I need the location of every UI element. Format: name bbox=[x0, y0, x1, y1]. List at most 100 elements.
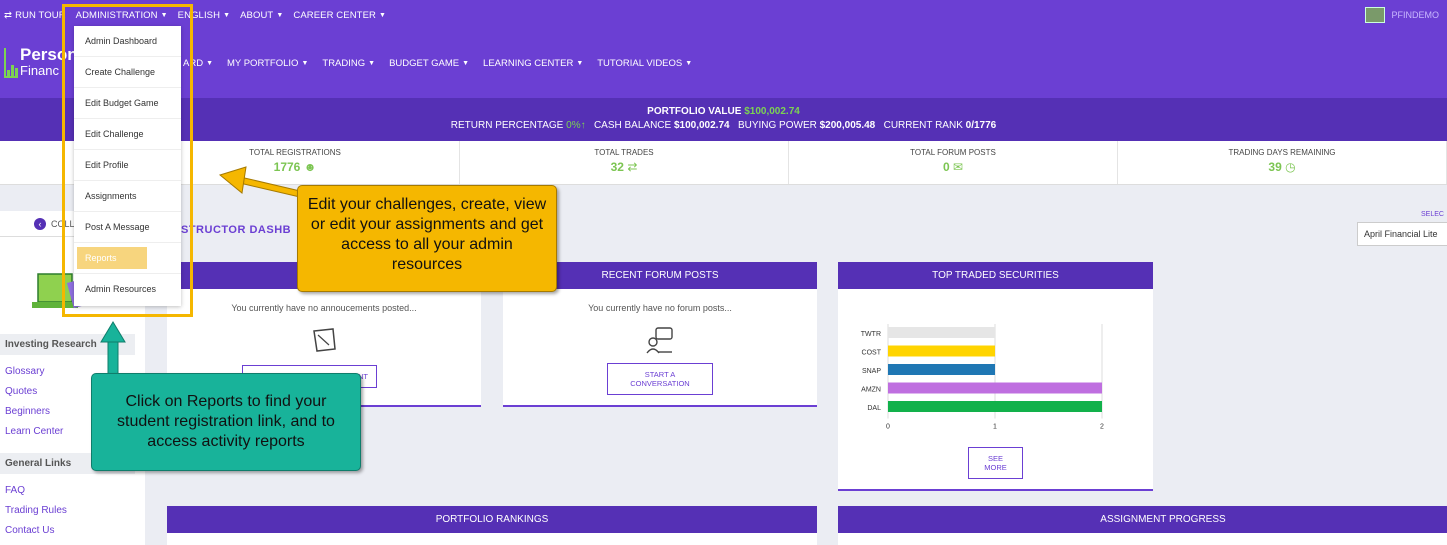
investing-research-heading: Investing Research bbox=[0, 334, 135, 355]
contact-us-link[interactable]: Contact Us bbox=[5, 525, 54, 536]
username: PFINDEMO bbox=[1391, 10, 1439, 20]
career-center-label: CAREER CENTER bbox=[293, 10, 376, 21]
chevron-down-icon: ▼ bbox=[378, 12, 386, 19]
stats-row: TOTAL REGISTRATIONS 1776 ☻ TOTAL TRADES … bbox=[0, 141, 1447, 185]
quotes-link[interactable]: Quotes bbox=[5, 386, 37, 397]
main-nav-menu: ARD ▼ MY PORTFOLIO ▼ TRADING ▼ BUDGET GAME ▼… bbox=[183, 58, 692, 69]
arrow-up-icon: ↑ bbox=[580, 120, 586, 131]
portfolio-summary: PORTFOLIO VALUE $100,002.74 RETURN PERCE… bbox=[0, 98, 1447, 141]
return-label: RETURN PERCENTAGE bbox=[450, 120, 564, 131]
chevron-down-icon: ▼ bbox=[576, 60, 584, 67]
x-tick-label: 0 bbox=[886, 424, 890, 431]
rank-value: 0/1776 bbox=[965, 120, 997, 131]
nav-learning-center[interactable]: LEARNING CENTER ▼ bbox=[483, 58, 583, 69]
career-center-menu[interactable]: CAREER CENTER ▼ bbox=[293, 10, 386, 21]
reports-callout: Click on Reports to find your student re… bbox=[91, 373, 361, 471]
stat-trading-days: TRADING DAYS REMAINING 39 ◷ bbox=[1118, 141, 1447, 184]
learn-center-link[interactable]: Learn Center bbox=[5, 426, 63, 437]
chevron-left-icon: ‹ bbox=[34, 218, 46, 230]
stat-value: 0 bbox=[942, 160, 950, 174]
empty-message: You currently have no forum posts... bbox=[588, 303, 732, 313]
chat-user-icon bbox=[646, 327, 673, 354]
portfolio-value-label: PORTFOLIO VALUE bbox=[647, 106, 742, 117]
cash-label: CASH BALANCE bbox=[593, 120, 672, 131]
assignment-progress-card: ASSIGNMENT PROGRESS bbox=[838, 506, 1447, 545]
challenge-select[interactable]: April Financial Lite bbox=[1357, 222, 1447, 246]
nav-learning-center-label: LEARNING CENTER bbox=[483, 58, 574, 69]
chevron-down-icon: ▼ bbox=[223, 12, 231, 19]
stat-value: 32 bbox=[610, 160, 624, 174]
y-tick-label: AMZN bbox=[861, 387, 881, 394]
empty-message: You currently have no annoucements poste… bbox=[231, 303, 417, 313]
chevron-down-icon: ▼ bbox=[206, 60, 213, 67]
nav-tutorial-videos-label: TUTORIAL VIDEOS bbox=[597, 58, 683, 69]
chevron-down-icon: ▼ bbox=[276, 12, 284, 19]
y-tick-label: DAL bbox=[867, 405, 881, 412]
x-tick-label: 1 bbox=[993, 424, 997, 431]
page-title: STRUCTOR DASHB bbox=[181, 224, 292, 236]
portfolio-stats-line: RETURN PERCENTAGE 0%↑ CASH BALANCE $100,… bbox=[0, 120, 1447, 131]
faq-link[interactable]: FAQ bbox=[5, 485, 25, 496]
main-nav: Person Financ ARD ▼ MY PORTFOLIO ▼ TRADING ▼… bbox=[0, 31, 1447, 98]
stat-label: TOTAL TRADES bbox=[594, 148, 654, 157]
chevron-down-icon: ▼ bbox=[301, 60, 309, 67]
stat-label: TRADING DAYS REMAINING bbox=[1228, 148, 1336, 157]
return-value: 0% bbox=[566, 120, 581, 131]
chat-icon: ✉ bbox=[952, 160, 964, 174]
person-icon: ☻ bbox=[303, 160, 317, 174]
glossary-link[interactable]: Glossary bbox=[5, 366, 44, 377]
chevron-down-icon: ▼ bbox=[685, 60, 693, 67]
x-tick-label: 2 bbox=[1100, 424, 1104, 431]
y-tick-label: SNAP bbox=[862, 368, 881, 375]
portfolio-value-line: PORTFOLIO VALUE $100,002.74 bbox=[0, 106, 1447, 117]
chart-logo-icon bbox=[4, 48, 18, 78]
nav-portfolio-label: MY PORTFOLIO bbox=[227, 58, 299, 69]
nav-tutorial-videos[interactable]: TUTORIAL VIDEOS ▼ bbox=[597, 58, 692, 69]
stat-trades: TOTAL TRADES 32 ⇄ bbox=[460, 141, 789, 184]
about-menu[interactable]: ABOUT ▼ bbox=[240, 10, 283, 21]
nav-portfolio[interactable]: MY PORTFOLIO ▼ bbox=[227, 58, 308, 69]
run-tour-icon: ⇄ bbox=[4, 10, 13, 21]
y-tick-label: COST bbox=[862, 350, 882, 357]
bar-amzn bbox=[888, 382, 1102, 394]
challenge-select-label: SELEC bbox=[1421, 211, 1444, 218]
bar-twtr bbox=[888, 327, 995, 338]
user-menu[interactable]: PFINDEMO bbox=[1365, 7, 1439, 23]
run-tour-label: RUN TOUR bbox=[15, 10, 66, 21]
run-tour-link[interactable]: ⇄ RUN TOUR bbox=[4, 10, 66, 21]
clock-icon: ◷ bbox=[1285, 160, 1296, 174]
nav-trading[interactable]: TRADING ▼ bbox=[322, 58, 375, 69]
nav-budget-game[interactable]: BUDGET GAME ▼ bbox=[389, 58, 469, 69]
stat-label: TOTAL FORUM POSTS bbox=[910, 148, 996, 157]
nav-budget-game-label: BUDGET GAME bbox=[389, 58, 460, 69]
stat-value: 39 bbox=[1268, 160, 1282, 174]
admin-callout: Edit your challenges, create, view or ed… bbox=[297, 185, 557, 292]
card-header: ASSIGNMENT PROGRESS bbox=[838, 506, 1447, 533]
portfolio-value: $100,002.74 bbox=[744, 106, 800, 117]
cash-value: $100,002.74 bbox=[673, 120, 730, 131]
chevron-down-icon: ▼ bbox=[368, 60, 376, 67]
top-bar: ⇄ RUN TOUR ADMINISTRATION ▼ ENGLISH ▼ ABOUT… bbox=[0, 0, 1447, 31]
card-header: TOP TRADED SECURITIES bbox=[838, 262, 1153, 289]
stat-value: 1776 bbox=[273, 160, 301, 174]
bar-dal bbox=[888, 401, 1102, 412]
bar-cost bbox=[888, 345, 995, 357]
about-label: ABOUT bbox=[240, 10, 274, 21]
swap-icon: ⇄ bbox=[627, 160, 638, 174]
avatar bbox=[1365, 7, 1386, 23]
start-conversation-button[interactable]: START A CONVERSATION bbox=[607, 363, 713, 395]
top-traded-chart: 0 1 2 TWTR COST SNAP AMZN DAL bbox=[861, 324, 1104, 431]
nav-trading-label: TRADING bbox=[322, 58, 366, 69]
rank-label: CURRENT RANK bbox=[883, 120, 963, 131]
bar-snap bbox=[888, 364, 995, 375]
beginners-link[interactable]: Beginners bbox=[5, 406, 50, 417]
stat-forum-posts: TOTAL FORUM POSTS 0 ✉ bbox=[789, 141, 1118, 184]
trading-rules-link[interactable]: Trading Rules bbox=[5, 505, 67, 516]
chevron-down-icon: ▼ bbox=[462, 60, 470, 67]
highlight-box bbox=[62, 4, 193, 317]
see-more-button[interactable]: SEE MORE bbox=[968, 447, 1023, 479]
note-icon bbox=[313, 328, 336, 352]
y-tick-label: TWTR bbox=[861, 331, 881, 338]
card-header: PORTFOLIO RANKINGS bbox=[167, 506, 817, 533]
buying-power-value: $200,005.48 bbox=[819, 120, 876, 131]
